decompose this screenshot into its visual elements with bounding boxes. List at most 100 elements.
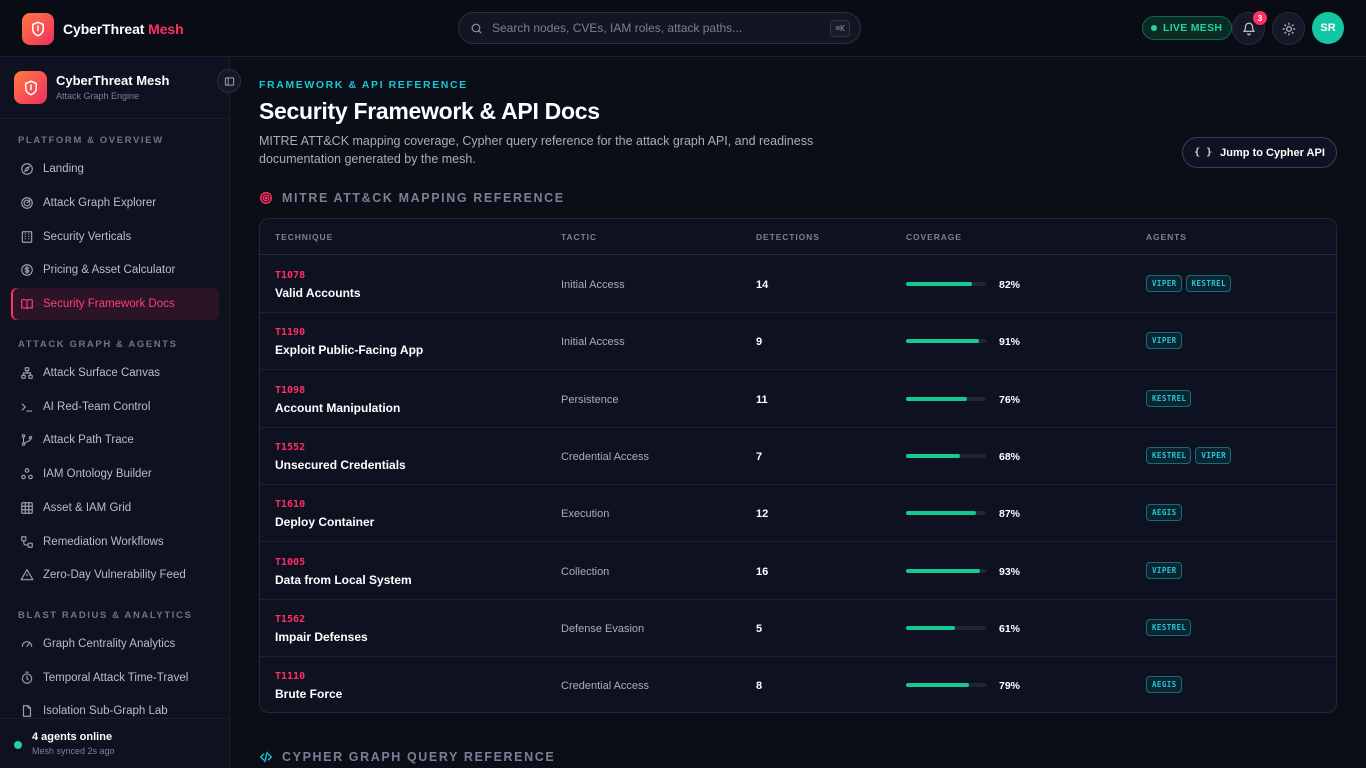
sidebar-title: CyberThreat Mesh xyxy=(56,73,170,88)
table-row[interactable]: T1552 Unsecured Credentials Credential Acc… xyxy=(260,428,1336,485)
sidebar-item-attack-graph-explorer[interactable]: Attack Graph Explorer xyxy=(11,187,219,219)
coverage-percent: 76% xyxy=(999,393,1021,406)
sidebar-item-landing[interactable]: Landing xyxy=(11,153,219,185)
coverage-percent: 68% xyxy=(999,450,1021,463)
mitre-mapping-table: TECHNIQUE TACTIC DETECTIONS COVERAGE AGE… xyxy=(259,218,1337,713)
sidebar-item-label: Security Framework Docs xyxy=(43,298,175,310)
search-box: ⌘K xyxy=(458,12,861,44)
live-status-dot xyxy=(1151,25,1157,31)
technique-name: Exploit Public-Facing App xyxy=(275,343,424,358)
coverage-percent: 91% xyxy=(999,336,1021,349)
bell-icon xyxy=(1242,22,1256,36)
nav-section-label: PLATFORM & OVERVIEW xyxy=(18,135,164,146)
theme-toggle-button[interactable] xyxy=(1272,12,1305,45)
sidebar-item-zero-day-feed[interactable]: Zero-Day Vulnerability Feed xyxy=(11,559,219,591)
brand[interactable]: CyberThreat Mesh xyxy=(22,13,184,45)
technique-id[interactable]: T1552 xyxy=(275,442,305,453)
tactic-cell: Execution xyxy=(561,508,610,521)
boxes-icon xyxy=(20,467,34,481)
coverage-bar xyxy=(906,453,986,458)
jump-to-cypher-api-button[interactable]: { } Jump to Cypher API xyxy=(1182,137,1337,168)
agent-tag[interactable]: KESTREL xyxy=(1146,389,1192,407)
grid-icon xyxy=(20,501,34,515)
coverage-percent: 87% xyxy=(999,508,1021,521)
agents-cell: AEGIS xyxy=(1146,676,1182,694)
timer-icon xyxy=(20,671,34,685)
agent-tag[interactable]: VIPER xyxy=(1146,275,1182,292)
tactic-cell: Persistence xyxy=(561,393,619,406)
sidebar-subtitle: Attack Graph Engine xyxy=(56,91,140,101)
page-title: Security Framework & API Docs xyxy=(259,98,600,124)
agent-tag[interactable]: AEGIS xyxy=(1146,504,1182,522)
table-row[interactable]: T1078 Valid Accounts Initial Access 14 82% VI… xyxy=(260,256,1336,313)
agents-cell: AEGIS xyxy=(1146,504,1182,522)
sidebar-item-iam-ontology-builder[interactable]: IAM Ontology Builder xyxy=(11,458,219,490)
technique-id[interactable]: T1098 xyxy=(275,385,305,396)
coverage-bar xyxy=(906,511,986,516)
table-row[interactable]: T1110 Brute Force Credential Access 8 79% AEG… xyxy=(260,657,1336,712)
agent-tag[interactable]: KESTREL xyxy=(1185,275,1231,292)
live-mesh-badge[interactable]: LIVE MESH xyxy=(1142,16,1233,40)
sidebar-item-graph-centrality-analytics[interactable]: Graph Centrality Analytics xyxy=(11,628,219,660)
sidebar-item-attack-surface-canvas[interactable]: Attack Surface Canvas xyxy=(11,357,219,389)
coverage-percent: 61% xyxy=(999,622,1021,635)
brand-name-accent: Mesh xyxy=(148,21,184,37)
notifications-button[interactable]: 3 xyxy=(1232,11,1267,45)
technique-id[interactable]: T1110 xyxy=(275,671,305,682)
detections-cell: 12 xyxy=(756,508,769,521)
technique-name: Valid Accounts xyxy=(275,286,361,300)
table-header: TECHNIQUE TACTIC DETECTIONS COVERAGE AGE… xyxy=(260,219,1336,255)
agent-tag[interactable]: VIPER xyxy=(1146,332,1182,350)
agent-tag[interactable]: AEGIS xyxy=(1146,676,1182,694)
table-row[interactable]: T1005 Data from Local System Collection 16 9… xyxy=(260,543,1336,600)
technique-id[interactable]: T1005 xyxy=(275,557,305,568)
search-input[interactable] xyxy=(492,21,831,35)
code-braces-icon: { } xyxy=(1194,147,1213,158)
file-icon xyxy=(20,704,34,718)
table-row[interactable]: T1610 Deploy Container Execution 12 87% AEGIS xyxy=(260,485,1336,543)
agent-tag[interactable]: KESTREL xyxy=(1146,618,1192,636)
mesh-sync-status: Mesh synced 2s ago xyxy=(32,746,115,756)
sidebar-item-asset-iam-grid[interactable]: Asset & IAM Grid xyxy=(11,492,219,524)
shield-logo-icon xyxy=(14,71,47,104)
technique-name: Unsecured Credentials xyxy=(275,457,406,472)
coverage-bar-fill xyxy=(906,396,967,401)
agent-tag[interactable]: VIPER xyxy=(1146,561,1182,579)
notification-count-badge: 3 xyxy=(1253,11,1267,25)
table-row[interactable]: T1190 Exploit Public-Facing App Initial Ac… xyxy=(260,313,1336,371)
column-header-detections: DETECTIONS xyxy=(756,232,820,242)
sidebar-item-security-framework-docs[interactable]: Security Framework Docs xyxy=(11,288,219,320)
technique-name: Account Manipulation xyxy=(275,400,401,415)
table-row[interactable]: T1098 Account Manipulation Persistence 11 76… xyxy=(260,371,1336,428)
workflow-icon xyxy=(20,535,34,549)
sidebar-item-security-verticals[interactable]: Security Verticals xyxy=(11,221,219,253)
sidebar-item-remediation-workflows[interactable]: Remediation Workflows xyxy=(11,526,219,558)
nav-section-label: ATTACK GRAPH & AGENTS xyxy=(18,339,178,350)
sidebar-item-label: IAM Ontology Builder xyxy=(43,468,152,480)
sidebar-item-attack-path-trace[interactable]: Attack Path Trace xyxy=(11,424,219,456)
tactic-cell: Collection xyxy=(561,565,610,578)
sidebar-item-ai-red-team-control[interactable]: AI Red-Team Control xyxy=(11,391,219,423)
technique-id[interactable]: T1078 xyxy=(275,270,305,281)
sidebar-footer: 4 agents online Mesh synced 2s ago xyxy=(0,718,229,768)
coverage-bar xyxy=(906,568,986,573)
technique-id[interactable]: T1562 xyxy=(275,614,305,625)
agent-tag[interactable]: VIPER xyxy=(1195,446,1231,464)
detections-cell: 11 xyxy=(756,393,768,406)
table-row[interactable]: T1562 Impair Defenses Defense Evasion 5 61% K… xyxy=(260,600,1336,657)
coverage-bar-fill xyxy=(906,339,979,344)
coverage-bar-fill xyxy=(906,568,981,573)
agent-tag[interactable]: KESTREL xyxy=(1146,446,1192,464)
mitre-section-heading: MITRE ATT&CK MAPPING REFERENCE xyxy=(259,191,565,205)
detections-cell: 8 xyxy=(756,680,763,693)
user-avatar[interactable]: SR xyxy=(1312,12,1344,44)
technique-id[interactable]: T1610 xyxy=(275,499,305,510)
sidebar-item-label: Temporal Attack Time-Travel xyxy=(43,672,189,684)
technique-id[interactable]: T1190 xyxy=(275,327,305,338)
coverage-bar xyxy=(906,282,986,286)
agents-online-status: 4 agents online xyxy=(32,731,113,743)
cypher-section-heading: CYPHER GRAPH QUERY REFERENCE xyxy=(259,750,555,764)
sidebar-item-pricing[interactable]: Pricing & Asset Calculator xyxy=(11,254,219,286)
sidebar-item-temporal-time-travel[interactable]: Temporal Attack Time-Travel xyxy=(11,662,219,694)
sidebar-item-label: Security Verticals xyxy=(43,231,132,243)
